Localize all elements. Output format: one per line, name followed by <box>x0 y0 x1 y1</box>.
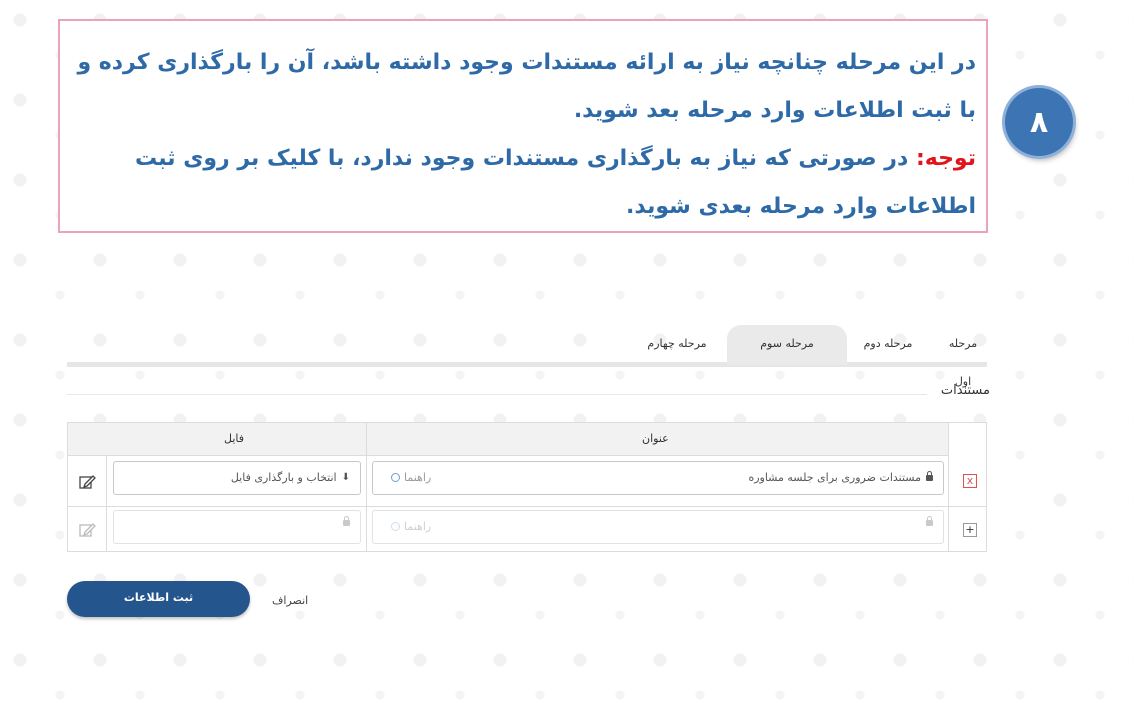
info-icon <box>391 522 400 531</box>
help-hint-label: راهنما <box>404 471 432 484</box>
header-title: عنوان <box>642 432 669 445</box>
table-row[interactable]: راهنما <box>372 510 944 544</box>
remove-row-button[interactable]: x <box>963 474 977 488</box>
cancel-button[interactable]: انصراف <box>272 594 308 607</box>
file-upload-button[interactable] <box>113 510 361 544</box>
note-text: در صورتی که نیاز به بارگذاری مستندات وجو… <box>135 146 976 219</box>
upload-icon: ⬇ <box>341 472 350 483</box>
note-label: توجه: <box>915 146 976 171</box>
instruction-text: در این مرحله چنانچه نیاز به ارائه مستندا… <box>72 39 976 231</box>
column-divider <box>366 423 367 551</box>
section-divider <box>67 394 927 395</box>
lock-icon <box>926 470 933 481</box>
edit-icon[interactable] <box>77 520 97 540</box>
step-number-badge: ۸ <box>1005 88 1073 156</box>
instruction-callout: در این مرحله چنانچه نیاز به ارائه مستندا… <box>58 19 988 233</box>
step-tabs: مرحله اول مرحله دوم مرحله سوم مرحله چهار… <box>67 325 987 388</box>
section-title: مستندات <box>940 383 990 398</box>
file-upload-label: انتخاب و بارگذاری فایل <box>230 471 337 484</box>
tab-step-2[interactable]: مرحله دوم <box>852 325 924 365</box>
add-row-button[interactable]: + <box>963 523 977 537</box>
lock-icon <box>926 516 933 526</box>
file-upload-button[interactable]: ⬇ انتخاب و بارگذاری فایل <box>113 461 361 495</box>
lock-icon <box>343 516 350 526</box>
edit-icon[interactable] <box>77 472 97 492</box>
column-divider <box>106 455 107 551</box>
submit-button[interactable]: ثبت اطلاعات <box>67 581 250 617</box>
table-header: عنوان فایل <box>68 423 948 456</box>
tab-step-3[interactable]: مرحله سوم <box>727 325 847 365</box>
instruction-line: در این مرحله چنانچه نیاز به ارائه مستندا… <box>77 50 976 123</box>
row-divider <box>68 506 986 507</box>
document-title-value: مستندات ضروری برای جلسه مشاوره <box>748 471 921 484</box>
column-divider <box>948 423 949 551</box>
help-hint[interactable]: راهنما <box>391 471 431 484</box>
table-row[interactable]: مستندات ضروری برای جلسه مشاوره راهنما <box>372 461 944 495</box>
help-hint-label: راهنما <box>404 520 432 533</box>
help-hint[interactable]: راهنما <box>391 520 431 533</box>
info-icon <box>391 473 400 482</box>
header-file: فایل <box>224 432 245 445</box>
tab-step-4[interactable]: مرحله چهارم <box>637 325 717 365</box>
documents-table: عنوان فایل x مستندات ضروری برای جلسه مشا… <box>67 422 987 552</box>
tab-step-1[interactable]: مرحله اول <box>939 325 987 388</box>
